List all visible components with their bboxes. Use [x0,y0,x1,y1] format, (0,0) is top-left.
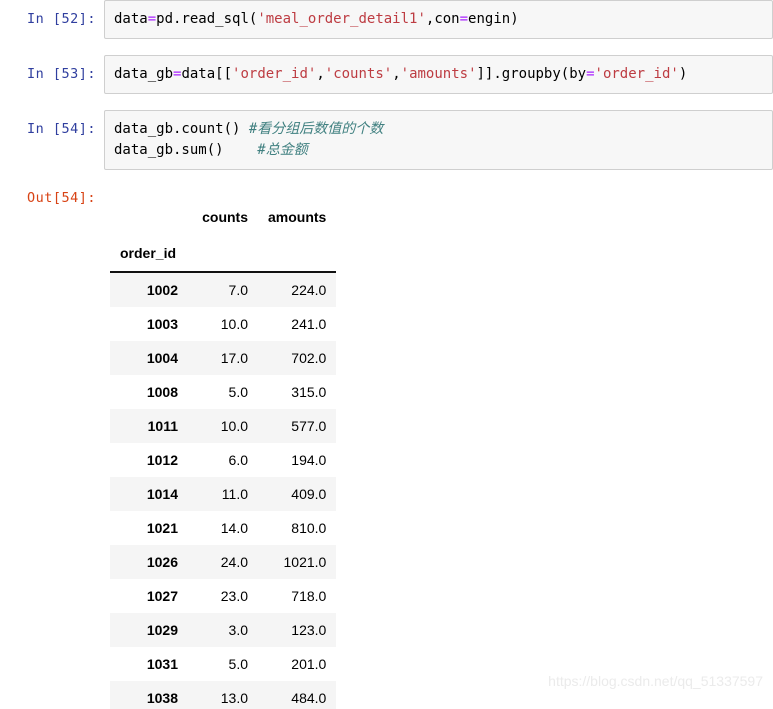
table-cell: 5.0 [228,384,248,400]
output-prompt-label: Out[54]: [26,190,96,206]
table-row-index: 1021 [146,520,178,536]
code-editor[interactable]: data=pd.read_sql('meal_order_detail1',co… [104,0,773,39]
table-cell: 14.0 [220,520,248,536]
table-cell: 6.0 [228,452,248,468]
table-cell: 5.0 [228,656,248,672]
table-cell: 17.0 [220,350,248,366]
table-cell: 315.0 [291,384,327,400]
table-row: 1038 13.0 484.0 [110,681,337,709]
table-row: 1026 24.0 1021.0 [110,545,337,579]
table-cell: 577.0 [291,418,327,434]
table-head: counts amounts order_id [110,200,337,273]
code-editor[interactable]: data_gb=data[['order_id','counts','amoun… [104,55,773,94]
table-cell: 10.0 [220,418,248,434]
table-cell: 123.0 [291,622,327,638]
table-row: 1008 5.0 315.0 [110,375,337,409]
table-row: 1004 17.0 702.0 [110,341,337,375]
input-prompt-label: In [54]: [26,121,96,137]
table-row-index: 1011 [147,418,178,434]
table-row-index: 1002 [146,282,178,298]
table-cell: 201.0 [291,656,327,672]
table-cell: 3.0 [228,622,248,638]
output-area: counts amounts order_id 1002 7.0 224.0 1003… [104,186,773,709]
input-prompt-label: In [53]: [26,66,96,82]
code-cell: In [52]: data=pd.read_sql('meal_order_de… [0,0,773,39]
table-row-index: 1004 [146,350,178,366]
table-cell: 194.0 [291,452,327,468]
table-row: 1021 14.0 810.0 [110,511,337,545]
table-index-name: order_id [110,234,188,273]
table-cell: 23.0 [220,588,248,604]
table-cell: 224.0 [291,282,327,298]
code-source[interactable]: data_gb.count() #看分组后数值的个数 data_gb.sum()… [114,119,766,161]
table-cell: 409.0 [291,486,327,502]
dataframe-table: counts amounts order_id 1002 7.0 224.0 1003… [110,200,337,709]
table-cell: 810.0 [291,520,327,536]
table-row-index: 1029 [146,622,178,638]
code-source[interactable]: data=pd.read_sql('meal_order_detail1',co… [114,9,766,30]
table-header-row-columns: counts amounts [110,200,337,234]
input-prompt-label: In [52]: [26,11,96,27]
table-cell: 1021.0 [283,554,327,570]
table-cell: 11.0 [221,486,248,502]
table-cell: 10.0 [220,316,248,332]
table-row-index: 1038 [146,690,178,706]
table-row-index: 1008 [146,384,178,400]
table-row-index: 1003 [146,316,178,332]
watermark-text: https://blog.csdn.net/qq_51337597 [548,673,763,689]
table-row-index: 1012 [146,452,178,468]
code-source[interactable]: data_gb=data[['order_id','counts','amoun… [114,64,766,85]
table-row: 1014 11.0 409.0 [110,477,337,511]
table-row-index: 1026 [146,554,178,570]
output-cell: Out[54]: counts amounts order_id 1002 7.0… [0,186,773,709]
table-row: 1012 6.0 194.0 [110,443,337,477]
table-row: 1027 23.0 718.0 [110,579,337,613]
table-header-blank-cell [258,234,337,273]
table-cell: 24.0 [220,554,248,570]
table-row: 1011 10.0 577.0 [110,409,337,443]
table-column-header-amounts: amounts [258,200,337,234]
table-cell: 484.0 [291,690,327,706]
notebook-container: In [52]: data=pd.read_sql('meal_order_de… [0,0,773,709]
table-cell: 718.0 [291,588,327,604]
table-header-blank-cell [110,200,188,234]
table-body: 1002 7.0 224.0 1003 10.0 241.0 1004 17.0 702.0 10… [110,272,337,709]
table-row-index: 1031 [146,656,178,672]
table-header-row-index: order_id [110,234,337,273]
code-cell: In [54]: data_gb.count() #看分组后数值的个数 data… [0,110,773,170]
table-row: 1002 7.0 224.0 [110,272,337,307]
table-cell: 13.0 [220,690,248,706]
table-row-index: 1027 [146,588,178,604]
code-editor[interactable]: data_gb.count() #看分组后数值的个数 data_gb.sum()… [104,110,773,170]
code-cell: In [53]: data_gb=data[['order_id','count… [0,55,773,94]
table-row: 1031 5.0 201.0 [110,647,337,681]
table-row: 1029 3.0 123.0 [110,613,337,647]
table-row-index: 1014 [146,486,178,502]
table-column-header-counts: counts [188,200,258,234]
table-row: 1003 10.0 241.0 [110,307,337,341]
table-cell: 7.0 [228,282,248,298]
table-cell: 241.0 [291,316,327,332]
table-header-blank-cell [188,234,258,273]
table-cell: 702.0 [291,350,327,366]
